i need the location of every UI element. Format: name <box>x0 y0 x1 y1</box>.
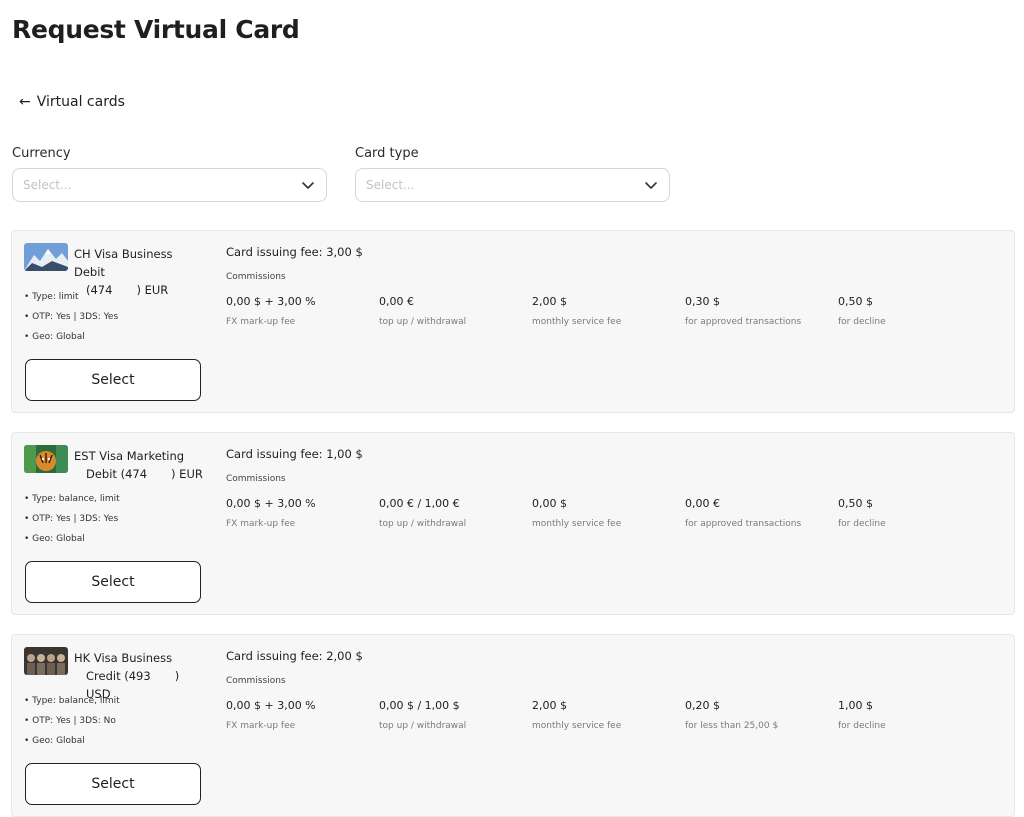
card-feature-otp: • OTP: Yes | 3DS: Yes <box>24 514 119 524</box>
back-link-label: Virtual cards <box>36 94 125 110</box>
commissions-label: Commissions <box>226 676 286 686</box>
approved-tx-desc: for approved transactions <box>685 519 802 529</box>
page-title: Request Virtual Card <box>12 15 300 44</box>
decline-fee-value: 0,50 $ <box>838 295 873 308</box>
approved-tx-desc: for approved transactions <box>685 317 802 327</box>
card-type-label: Card type <box>355 146 419 161</box>
chevron-down-icon <box>302 182 314 189</box>
card-name-currency: ) EUR <box>136 283 169 297</box>
topup-withdrawal-value: 0,00 € <box>379 295 414 308</box>
topup-withdrawal-value: 0,00 $ / 1,00 $ <box>379 699 460 712</box>
currency-select-placeholder: Select... <box>23 178 72 192</box>
approved-tx-value: 0,00 € <box>685 497 720 510</box>
card-feature-type: • Type: balance, limit <box>24 696 120 706</box>
card-type-select[interactable]: Select... <box>355 168 670 202</box>
small-tx-value: 0,20 $ <box>685 699 720 712</box>
topup-withdrawal-value: 0,00 € / 1,00 € <box>379 497 460 510</box>
card-feature-otp: • OTP: Yes | 3DS: Yes <box>24 312 119 322</box>
card-name-line1: EST Visa Marketing <box>74 449 185 463</box>
decline-fee-value: 0,50 $ <box>838 497 873 510</box>
small-tx-desc: for less than 25,00 $ <box>685 721 779 731</box>
card-name-number-prefix: (474 <box>86 283 113 297</box>
fx-markup-desc: FX mark-up fee <box>226 721 296 731</box>
select-card-button[interactable]: Select <box>25 763 201 805</box>
card-offer-est-visa-marketing-debit: EST Visa Marketing Debit (474 ) EUR • Typ… <box>11 432 1015 615</box>
card-name: HK Visa Business Credit (493) USD <box>74 649 206 703</box>
figures-card-image <box>24 647 68 675</box>
monthly-fee-desc: monthly service fee <box>532 317 622 327</box>
card-name-currency: ) EUR <box>171 467 203 481</box>
decline-fee-desc: for decline <box>838 721 886 731</box>
monthly-fee-value: 2,00 $ <box>532 699 567 712</box>
approved-tx-value: 0,30 $ <box>685 295 720 308</box>
card-issuing-fee: Card issuing fee: 1,00 $ <box>226 447 363 461</box>
card-feature-geo: • Geo: Global <box>24 534 85 544</box>
currency-select[interactable]: Select... <box>12 168 327 202</box>
card-name: EST Visa Marketing Debit (474 ) EUR <box>74 447 206 483</box>
card-feature-type: • Type: balance, limit <box>24 494 120 504</box>
fx-markup-value: 0,00 $ + 3,00 % <box>226 497 316 510</box>
commissions-label: Commissions <box>226 272 286 282</box>
card-type-select-placeholder: Select... <box>366 178 415 192</box>
commissions-label: Commissions <box>226 474 286 484</box>
fx-markup-value: 0,00 $ + 3,00 % <box>226 295 316 308</box>
card-feature-otp: • OTP: Yes | 3DS: No <box>24 716 116 726</box>
fx-markup-desc: FX mark-up fee <box>226 519 296 529</box>
card-name-number-prefix: Debit (474 <box>86 467 148 481</box>
tiger-card-image <box>24 445 68 473</box>
decline-fee-desc: for decline <box>838 519 886 529</box>
monthly-fee-desc: monthly service fee <box>532 519 622 529</box>
card-issuing-fee: Card issuing fee: 2,00 $ <box>226 649 363 663</box>
fx-markup-value: 0,00 $ + 3,00 % <box>226 699 316 712</box>
card-name: CH Visa Business Debit (474 ) EUR <box>74 245 206 299</box>
chevron-down-icon <box>645 182 657 189</box>
card-issuing-fee: Card issuing fee: 3,00 $ <box>226 245 363 259</box>
back-link-virtual-cards[interactable]: ← Virtual cards <box>19 94 125 110</box>
currency-label: Currency <box>12 146 71 161</box>
topup-withdrawal-desc: top up / withdrawal <box>379 721 467 731</box>
monthly-fee-value: 2,00 $ <box>532 295 567 308</box>
topup-withdrawal-desc: top up / withdrawal <box>379 519 467 529</box>
monthly-fee-value: 0,00 $ <box>532 497 567 510</box>
card-name-line1: CH Visa Business Debit <box>74 247 173 279</box>
fx-markup-desc: FX mark-up fee <box>226 317 296 327</box>
decline-fee-desc: for decline <box>838 317 886 327</box>
card-feature-geo: • Geo: Global <box>24 736 85 746</box>
card-offer-hk-visa-business-credit: HK Visa Business Credit (493) USD • Type… <box>11 634 1015 817</box>
decline-fee-value: 1,00 $ <box>838 699 873 712</box>
card-offer-ch-visa-business-debit: CH Visa Business Debit (474 ) EUR • Type:… <box>11 230 1015 413</box>
card-feature-geo: • Geo: Global <box>24 332 85 342</box>
monthly-fee-desc: monthly service fee <box>532 721 622 731</box>
mountain-card-image <box>24 243 68 271</box>
topup-withdrawal-desc: top up / withdrawal <box>379 317 467 327</box>
card-name-line1: HK Visa Business <box>74 651 173 665</box>
select-card-button[interactable]: Select <box>25 561 201 603</box>
card-feature-type: • Type: limit <box>24 292 79 302</box>
select-card-button[interactable]: Select <box>25 359 201 401</box>
arrow-left-icon: ← <box>19 94 31 110</box>
card-name-number-prefix: Credit (493 <box>86 669 151 683</box>
